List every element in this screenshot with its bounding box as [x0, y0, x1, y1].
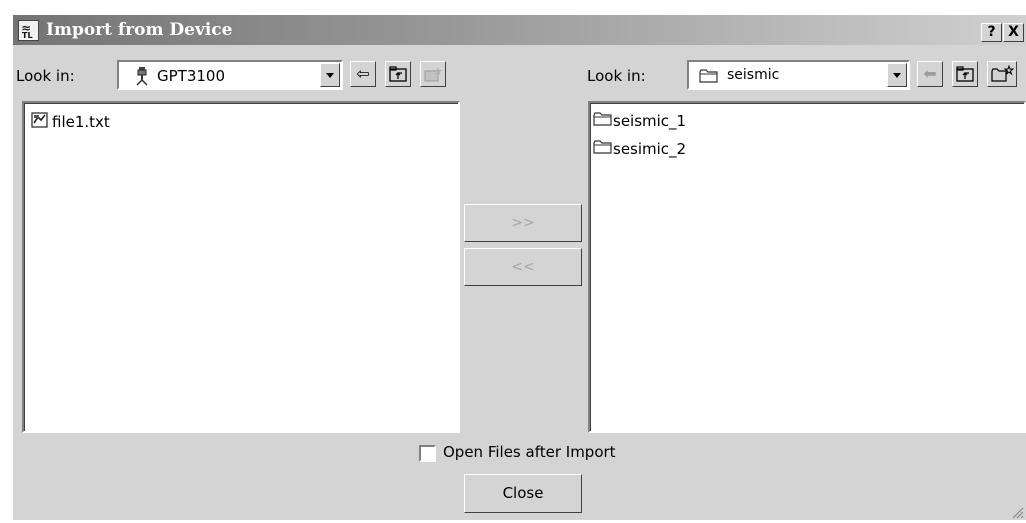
list-item[interactable]: seismic_1 — [593, 111, 686, 135]
app-icon: ≈ TL — [18, 20, 39, 41]
file-icon — [30, 111, 50, 133]
right-new-folder-button[interactable] — [987, 61, 1017, 87]
import-button[interactable]: >> — [464, 204, 582, 242]
up-folder-icon — [388, 66, 408, 86]
title-bar[interactable]: ≈ TL Import from Device ? X — [13, 15, 1026, 45]
left-look-in-combo[interactable]: GPT3100 — [117, 60, 343, 90]
help-button[interactable]: ? — [981, 23, 1002, 42]
up-folder-icon — [955, 66, 975, 86]
close-window-button[interactable]: X — [1003, 23, 1024, 42]
device-icon — [135, 66, 149, 86]
left-up-folder-button[interactable] — [385, 61, 411, 87]
folder-icon — [593, 139, 613, 159]
folder-name: seismic_1 — [613, 112, 687, 130]
list-item[interactable]: file1.txt — [30, 111, 110, 135]
device-file-list[interactable]: file1.txt — [22, 101, 460, 433]
left-new-folder-button[interactable] — [420, 61, 446, 87]
right-back-button[interactable]: ⬅ — [917, 61, 943, 87]
back-arrow-icon: ⇦ — [356, 64, 370, 83]
right-look-in-combo[interactable]: seismic — [687, 60, 910, 90]
resize-grip[interactable] — [1010, 504, 1024, 519]
back-arrow-icon: ⬅ — [923, 64, 937, 83]
new-folder-icon — [990, 64, 1015, 86]
open-after-import-checkbox[interactable] — [419, 445, 436, 462]
close-button[interactable]: Close — [464, 474, 582, 513]
folder-name: sesimic_2 — [613, 140, 687, 158]
new-folder-icon — [423, 67, 443, 86]
folder-icon — [593, 111, 613, 131]
file-name: file1.txt — [52, 113, 110, 131]
open-after-import-label: Open Files after Import — [443, 443, 616, 461]
list-item[interactable]: sesimic_2 — [593, 139, 686, 163]
export-button[interactable]: << — [464, 248, 582, 286]
pc-folder-list[interactable]: seismic_1 sesimic_2 — [588, 101, 1026, 433]
right-dropdown-button[interactable] — [887, 63, 907, 87]
right-location-text: seismic — [727, 67, 780, 83]
left-location-text: GPT3100 — [157, 67, 226, 85]
left-dropdown-button[interactable] — [320, 63, 340, 87]
right-look-in-label: Look in: — [587, 67, 646, 85]
window-title: Import from Device — [46, 20, 233, 40]
folder-icon — [699, 68, 719, 84]
left-back-button[interactable]: ⇦ — [350, 61, 376, 87]
import-dialog: ≈ TL Import from Device ? X Look in: GPT… — [12, 14, 1026, 520]
right-up-folder-button[interactable] — [952, 61, 978, 87]
left-look-in-label: Look in: — [16, 67, 75, 85]
